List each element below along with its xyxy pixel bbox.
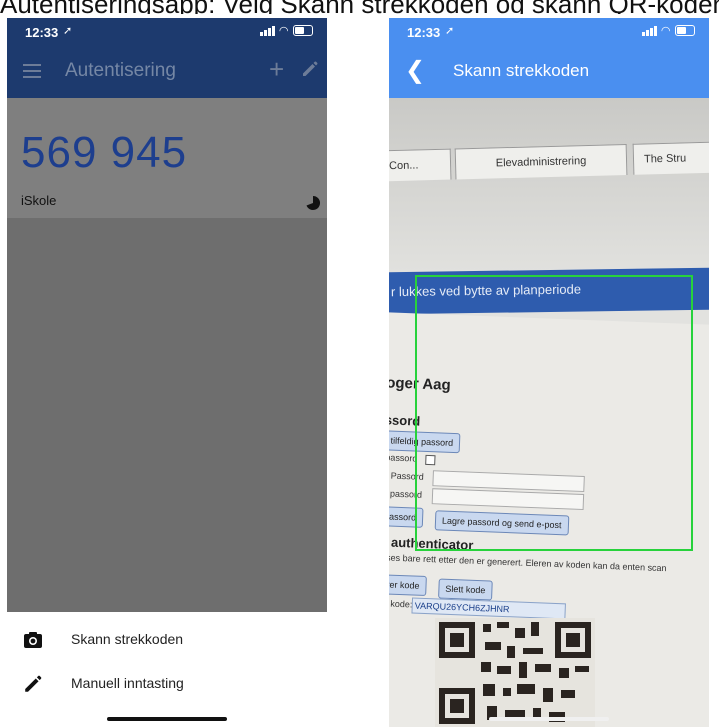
sheet-item-label: Manuell inntasting bbox=[71, 675, 184, 691]
left-phone-screen: 12:33 ➚ ◠ Autentisering + 569 945 iSkole bbox=[7, 18, 327, 727]
status-icons: ◠ bbox=[641, 24, 695, 37]
status-bar: 12:33 ➚ ◠ bbox=[7, 18, 327, 46]
location-arrow-icon: ➚ bbox=[445, 25, 455, 37]
account-name: iSkole bbox=[21, 193, 57, 208]
app-bar: Autentisering + bbox=[7, 46, 327, 98]
photo-label: passord bbox=[389, 452, 418, 464]
pencil-icon bbox=[25, 675, 42, 692]
photo-tab: Elevadministrering bbox=[454, 143, 628, 180]
location-arrow-icon: ➚ bbox=[63, 25, 73, 37]
scan-target-frame bbox=[415, 275, 693, 551]
qr-code-image bbox=[435, 618, 595, 727]
photo-label: gle kode: bbox=[389, 598, 413, 610]
photo-tab: ff Con... bbox=[389, 148, 452, 182]
caption-text: Autentiseringsapp: Velg Skann strekkoden… bbox=[0, 0, 719, 14]
home-indicator[interactable] bbox=[107, 717, 227, 721]
home-indicator[interactable] bbox=[489, 717, 609, 721]
sheet-item-label: Skann strekkoden bbox=[71, 631, 184, 647]
camera-icon bbox=[24, 632, 42, 648]
right-phone-screen: 12:33 ➚ ◠ ❮ Skann strekkoden ff Con... E… bbox=[389, 18, 709, 727]
camera-viewfinder: ff Con... Elevadministrering The Stru r … bbox=[389, 98, 709, 727]
photo-delete-button: Slett kode bbox=[438, 578, 493, 601]
photo-generate-button: erer kode bbox=[389, 574, 427, 597]
status-time: 12:33 bbox=[25, 25, 59, 40]
account-row[interactable]: 569 945 iSkole bbox=[7, 98, 327, 218]
status-bar: 12:33 ➚ ◠ bbox=[389, 18, 709, 46]
bottom-sheet: Skann strekkoden Manuell inntasting bbox=[7, 612, 327, 727]
status-time: 12:33 bbox=[407, 25, 441, 40]
signal-icon bbox=[259, 25, 275, 36]
photo-key-field: VARQU26YCH6ZJHNR bbox=[411, 597, 566, 620]
chevron-left-icon[interactable]: ❮ bbox=[405, 59, 425, 83]
photo-tab: The Stru bbox=[632, 140, 709, 175]
pencil-icon[interactable] bbox=[301, 60, 319, 78]
sheet-item-manual[interactable]: Manuell inntasting bbox=[7, 664, 327, 704]
otp-code: 569 945 bbox=[21, 128, 188, 177]
app-bar: ❮ Skann strekkoden bbox=[389, 46, 709, 98]
countdown-pie-icon bbox=[306, 195, 321, 210]
status-icons: ◠ bbox=[259, 24, 313, 37]
app-title: Autentisering bbox=[65, 60, 176, 81]
signal-icon bbox=[641, 25, 657, 36]
wifi-icon: ◠ bbox=[661, 25, 670, 37]
battery-icon bbox=[293, 25, 313, 36]
photo-note: vises bare rett etter den er generert. E… bbox=[389, 552, 667, 574]
photographed-browser-tabs: ff Con... Elevadministrering The Stru bbox=[389, 135, 709, 184]
app-title: Skann strekkoden bbox=[453, 61, 590, 80]
plus-icon[interactable]: + bbox=[269, 56, 284, 82]
battery-icon bbox=[675, 25, 695, 36]
hamburger-icon[interactable] bbox=[23, 64, 41, 78]
wifi-icon: ◠ bbox=[279, 25, 288, 37]
sheet-item-scan[interactable]: Skann strekkoden bbox=[7, 620, 327, 660]
